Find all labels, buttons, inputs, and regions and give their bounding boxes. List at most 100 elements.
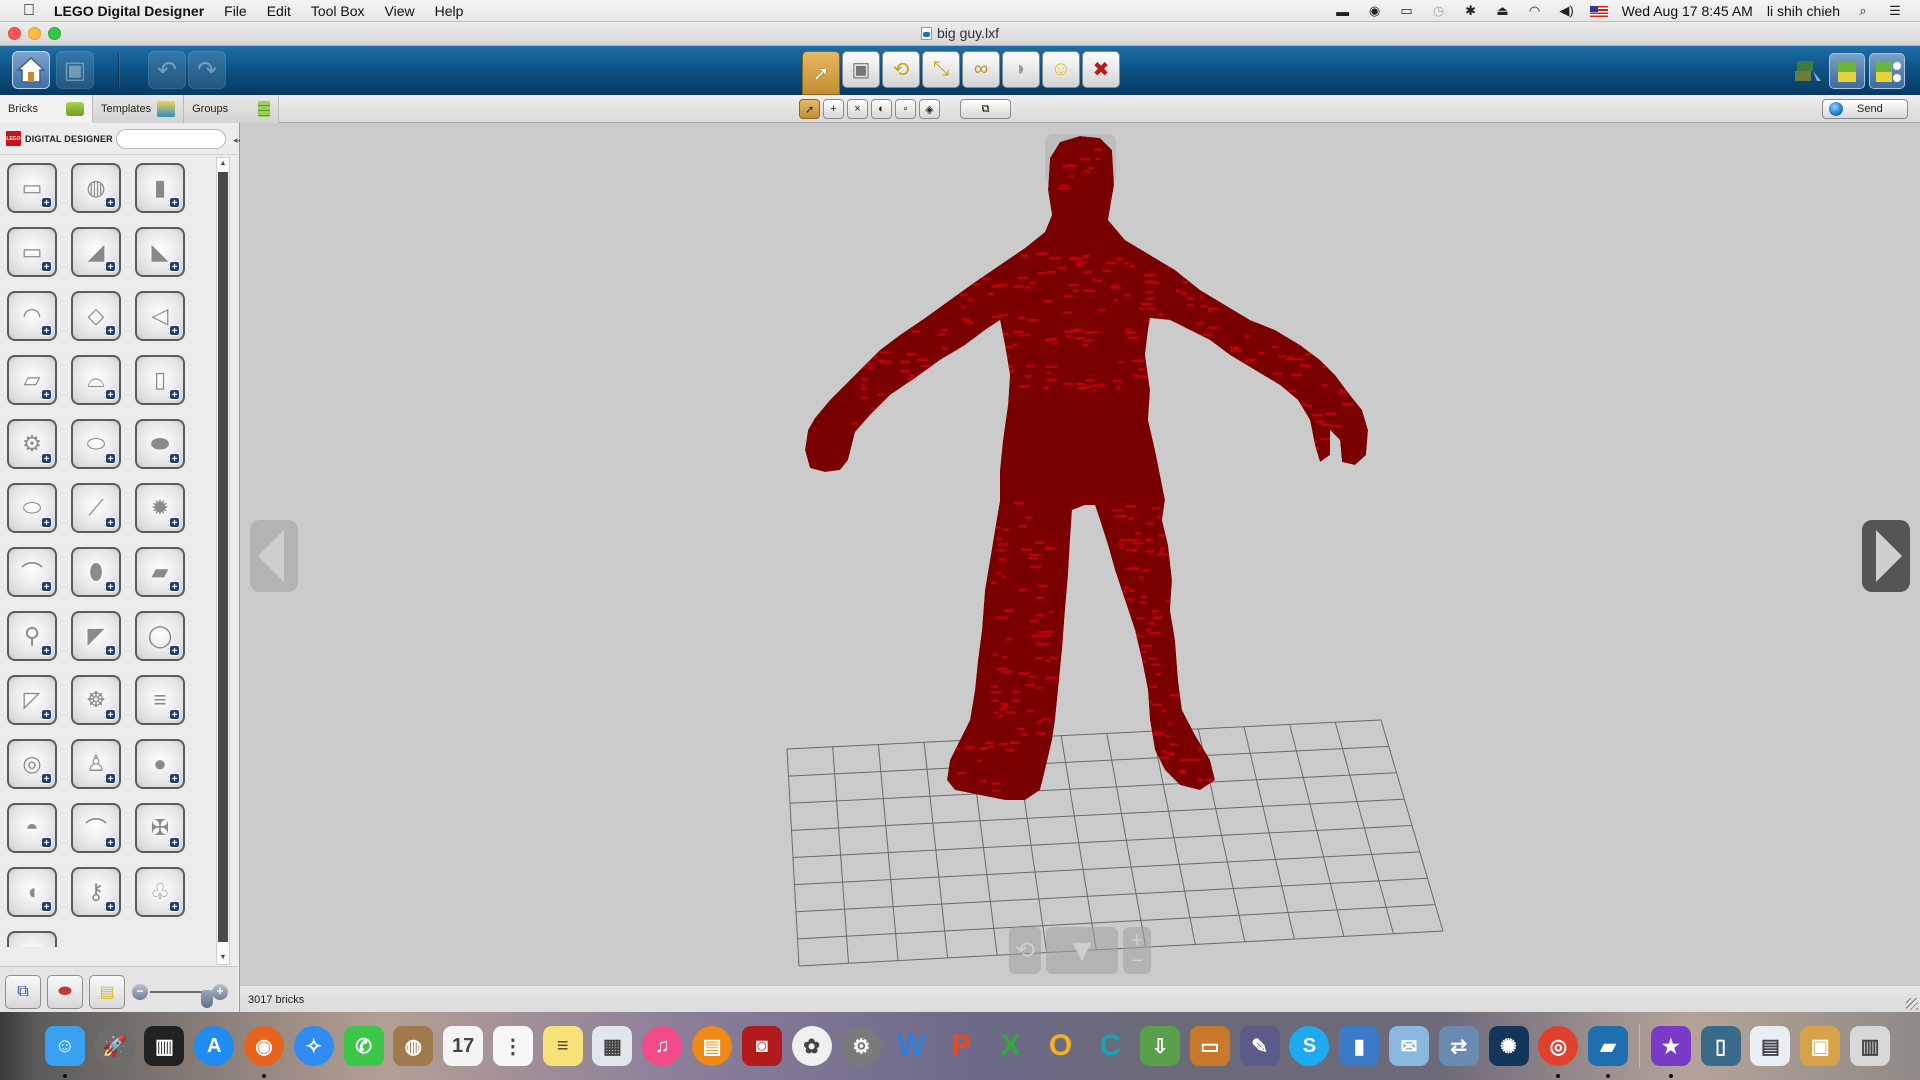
brick-minifigure[interactable]: ♙ +: [71, 739, 121, 789]
brick-hat[interactable]: ⌒ +: [71, 803, 121, 853]
dock-onenote-c[interactable]: C: [1090, 1026, 1130, 1066]
brick-slope-brick[interactable]: ◢ +: [71, 227, 121, 277]
brick-tile-road[interactable]: ▰ +: [135, 547, 185, 597]
select-tool[interactable]: ➚: [802, 51, 840, 95]
brick-key[interactable]: ⚷ +: [71, 867, 121, 917]
dock-skype[interactable]: S: [1289, 1026, 1330, 1066]
color-select-button[interactable]: ◐: [871, 99, 892, 119]
hinge-tool[interactable]: ⟲: [882, 51, 920, 88]
home-button[interactable]: [12, 51, 50, 89]
dock-word[interactable]: W: [891, 1026, 931, 1066]
camera-zoom-out-icon[interactable]: −: [1131, 951, 1143, 971]
camera-down-button[interactable]: ▼: [1046, 927, 1118, 974]
brick-plate-with-clip[interactable]: ▱ +: [7, 355, 57, 405]
menu-view[interactable]: View: [385, 3, 415, 19]
next-model-button[interactable]: [1862, 520, 1910, 592]
apple-menu-icon[interactable]: : [18, 2, 40, 20]
brick-round-brick[interactable]: ◍ +: [71, 163, 121, 213]
dock-iphone-backup[interactable]: ▯: [1700, 1026, 1741, 1066]
building-guide-button[interactable]: [1869, 53, 1905, 89]
palette-view-button[interactable]: ▤: [89, 975, 125, 1009]
dock-mission-control[interactable]: ▥: [144, 1026, 185, 1066]
menu-edit[interactable]: Edit: [267, 3, 291, 19]
connected-select-button[interactable]: ⧉: [960, 99, 1011, 119]
brick-technic-liftarm[interactable]: ⬭ +: [7, 483, 57, 533]
dock-transmission[interactable]: ⇩: [1140, 1026, 1181, 1066]
dock-facetime[interactable]: ✆: [343, 1026, 384, 1066]
menu-help[interactable]: Help: [435, 3, 464, 19]
dock-battle-net[interactable]: ✺: [1488, 1026, 1529, 1066]
view-mode-button[interactable]: [1829, 53, 1865, 89]
same-shape-select-button[interactable]: ▫: [895, 99, 916, 119]
add-model-button[interactable]: ⧉: [5, 975, 41, 1009]
brick-technic-beam[interactable]: ⬬ +: [135, 419, 185, 469]
brick-cutout-plate[interactable]: ⌓ +: [71, 355, 121, 405]
3d-viewport[interactable]: ⟲ ▼ + −: [240, 123, 1920, 985]
brick-brick-with-stud-side[interactable]: ▮ +: [135, 163, 185, 213]
dock-photo-booth[interactable]: ◙: [741, 1026, 782, 1066]
brick-curved-panel[interactable]: ⌒ +: [7, 547, 57, 597]
brick-sign-frame[interactable]: ◯ +: [135, 611, 185, 661]
dock-contacts[interactable]: ◍: [393, 1026, 434, 1066]
paint-tool[interactable]: ◗: [1002, 51, 1040, 88]
dock-notes[interactable]: ≡: [542, 1026, 583, 1066]
tab-groups[interactable]: Groups: [184, 95, 280, 123]
brick-cherries[interactable]: ♧ +: [135, 867, 185, 917]
brick-robot-arm[interactable]: ⚲ +: [7, 611, 57, 661]
brick-technic-brick[interactable]: ▭ +: [7, 227, 57, 277]
script-icon[interactable]: ◉: [1366, 3, 1384, 19]
scrollbar-thumb[interactable]: [218, 172, 228, 942]
printer-icon[interactable]: ▬: [1334, 4, 1352, 19]
brick-fairing[interactable]: ◤ +: [71, 611, 121, 661]
dock-outlook[interactable]: O: [1041, 1026, 1081, 1066]
brick-curved-brick[interactable]: ◠ +: [7, 291, 57, 341]
brick-plate-2x2[interactable]: ◇ +: [71, 291, 121, 341]
brick-train-track[interactable]: ≡ +: [135, 675, 185, 725]
brick-wedge-plate[interactable]: ◁ +: [135, 291, 185, 341]
dock-excel[interactable]: X: [991, 1026, 1031, 1066]
delete-tool[interactable]: ✖: [1082, 51, 1120, 88]
brick-wing-plate[interactable]: ◸ +: [7, 675, 57, 725]
dock-launchpad[interactable]: 🚀: [94, 1026, 135, 1066]
brick-spool[interactable]: ◎ +: [7, 739, 57, 789]
dock-script-editor[interactable]: ✎: [1239, 1026, 1280, 1066]
multi-select-button[interactable]: +: [823, 99, 844, 119]
user-name[interactable]: li shih chieh: [1767, 3, 1840, 19]
dock-imovie[interactable]: ★: [1650, 1026, 1691, 1078]
rotate-camera-button[interactable]: ⟲: [1009, 927, 1041, 974]
brick-door[interactable]: ▯ +: [135, 355, 185, 405]
deselect-button[interactable]: ×: [847, 99, 868, 119]
redo-button[interactable]: ↷: [188, 51, 226, 89]
notification-center-icon[interactable]: ☰: [1886, 3, 1904, 19]
scroll-up-arrow-icon[interactable]: ▲: [217, 158, 229, 170]
brick-wheel[interactable]: ⚙ +: [7, 419, 57, 469]
single-select-button[interactable]: ➚: [799, 99, 820, 119]
brick-ship-wheel[interactable]: ☸ +: [71, 675, 121, 725]
slider-track[interactable]: [150, 990, 213, 1008]
eject-icon[interactable]: ⏏: [1494, 3, 1512, 19]
brick-technic-motor[interactable]: ⬭ +: [71, 419, 121, 469]
dock-powerpoint[interactable]: P: [941, 1026, 981, 1066]
brick-search-input[interactable]: [116, 129, 226, 149]
dock-system-preferences[interactable]: ⚙: [841, 1026, 882, 1066]
palette-scrollbar[interactable]: ▲ ▼: [216, 157, 230, 965]
dock-itunes[interactable]: ♫: [642, 1026, 683, 1066]
dock-trash[interactable]: ▥: [1850, 1026, 1891, 1066]
brick-animal-dog[interactable]: ♞+: [7, 931, 57, 947]
menu-tool-box[interactable]: Tool Box: [311, 3, 365, 19]
palette-zoom-slider[interactable]: − +: [132, 984, 228, 1008]
scroll-down-arrow-icon[interactable]: ▼: [217, 952, 229, 964]
brick-wedge-brick[interactable]: ◣ +: [135, 227, 185, 277]
build-mode-button[interactable]: [1789, 53, 1825, 89]
tab-bricks[interactable]: Bricks: [0, 95, 93, 123]
dock-reminders[interactable]: ⋮: [492, 1026, 533, 1066]
volume-icon[interactable]: ◀): [1558, 3, 1576, 19]
tab-templates[interactable]: Templates: [92, 95, 185, 123]
dock-calendar[interactable]: 17: [443, 1026, 484, 1066]
dock-numbers-chart[interactable]: ▮: [1339, 1026, 1380, 1066]
dock-ibooks[interactable]: ▤: [692, 1026, 733, 1066]
wifi-icon[interactable]: ◠: [1526, 3, 1544, 19]
save-button[interactable]: ▣: [56, 51, 94, 89]
spotlight-search-icon[interactable]: ⌕: [1854, 3, 1872, 19]
clone-tool[interactable]: ▣: [842, 51, 880, 88]
